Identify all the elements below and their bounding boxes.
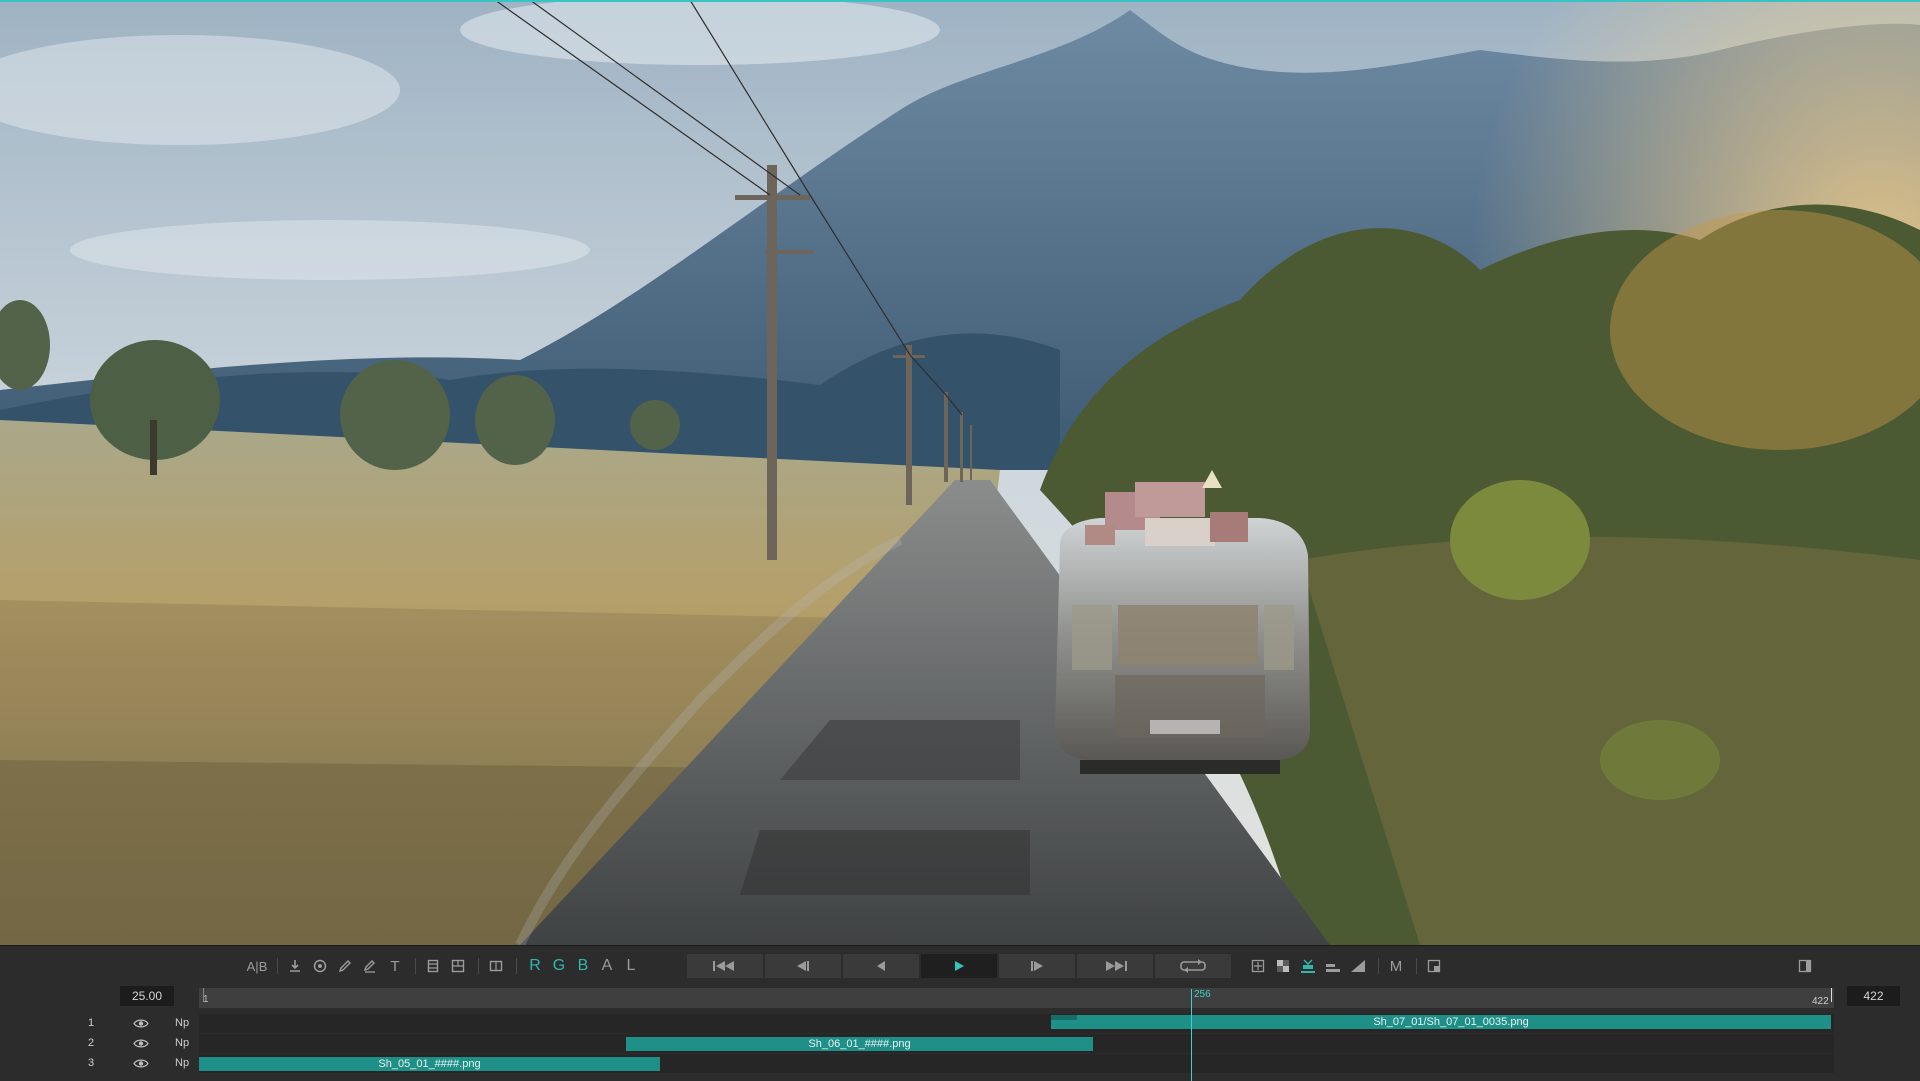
view-toolbar: M: [1247, 955, 1448, 977]
toolbar-divider: [277, 958, 278, 974]
go-to-end-icon: [1106, 961, 1127, 971]
play-reverse-button[interactable]: [843, 954, 919, 978]
stamp-button[interactable]: [309, 955, 331, 977]
window-icon: [1427, 959, 1441, 973]
layout-single-icon: [427, 959, 439, 973]
clip[interactable]: Sh_06_01_####.png: [626, 1037, 1093, 1051]
layers-icon: [1326, 964, 1340, 972]
clip[interactable]: Sh_05_01_####.png: [199, 1057, 660, 1071]
marker-button[interactable]: [359, 955, 381, 977]
track-lane[interactable]: Sh_07_01/Sh_07_01_0035.png: [199, 1014, 1834, 1033]
safe-area-icon: [1251, 959, 1265, 973]
clip-label: Sh_05_01_####.png: [378, 1058, 481, 1070]
track-index: 2: [88, 1037, 95, 1049]
timeline-icon: [1301, 959, 1315, 973]
play-button[interactable]: [921, 954, 997, 978]
channel-g-button[interactable]: G: [547, 955, 571, 977]
loop-button[interactable]: [1155, 954, 1231, 978]
ruler-end-tick: [1831, 988, 1832, 1002]
track-index: 1: [88, 1017, 95, 1029]
ruler-end-label: 422: [1812, 996, 1829, 1007]
toolbar-divider: [1378, 958, 1379, 974]
go-to-end-button[interactable]: [1077, 954, 1153, 978]
track-row: 2 Np Sh_06_01_####.png: [0, 1034, 1920, 1053]
marker-icon: [363, 960, 375, 973]
go-to-start-icon: [713, 961, 734, 971]
toolbar-divider: [1416, 958, 1417, 974]
step-back-icon: [797, 961, 809, 971]
sidebar-toggle-icon: [1798, 959, 1812, 973]
layers-button[interactable]: [1322, 955, 1344, 977]
eye-icon[interactable]: [133, 1018, 149, 1029]
sidebar-toolbar: [1794, 955, 1819, 977]
image-viewer[interactable]: [0, 0, 1920, 945]
clip-lead-in: [1051, 1015, 1077, 1020]
track-blend-mode[interactable]: Np: [175, 1057, 189, 1069]
track-row: 3 Np Sh_05_01_####.png: [0, 1054, 1920, 1073]
play-icon: [955, 961, 964, 971]
toolbar-divider: [516, 958, 517, 974]
text-tool-button[interactable]: T: [384, 955, 406, 977]
checkerboard-button[interactable]: [1272, 955, 1294, 977]
fps-field[interactable]: 25.00: [120, 986, 174, 1006]
ab-compare-icon: A|B: [246, 958, 268, 974]
import-icon: [290, 960, 300, 972]
ruler-start-label: 1: [203, 994, 209, 1005]
ab-compare-button[interactable]: A|B: [246, 955, 268, 977]
split-view-icon: [489, 960, 503, 972]
step-forward-icon: [1031, 961, 1043, 971]
channel-b-button[interactable]: B: [571, 955, 595, 977]
pencil-icon: [338, 960, 351, 973]
clip-label: Sh_06_01_####.png: [808, 1038, 911, 1050]
split-view-button[interactable]: [485, 955, 507, 977]
sidebar-toggle-button[interactable]: [1794, 955, 1816, 977]
stamp-icon: [313, 959, 327, 973]
layout-multi-icon: [451, 959, 465, 973]
track-row: 1 Np Sh_07_01/Sh_07_01_0035.png: [0, 1014, 1920, 1033]
layout-single-button[interactable]: [422, 955, 444, 977]
track-lane[interactable]: Sh_05_01_####.png: [199, 1054, 1834, 1073]
current-frame-label: 256: [1194, 989, 1211, 1000]
checkerboard-icon: [1277, 960, 1289, 972]
play-reverse-icon: [877, 961, 885, 971]
player-panel: A|B T R G B A L M 25.00 422 1 256 422 1 …: [0, 945, 1920, 1081]
eye-icon[interactable]: [133, 1038, 149, 1049]
end-frame-field[interactable]: 422: [1847, 986, 1900, 1006]
mode-label: M: [1389, 957, 1403, 975]
text-icon: T: [390, 957, 400, 975]
step-back-button[interactable]: [765, 954, 841, 978]
playhead[interactable]: [1191, 989, 1192, 1081]
track-blend-mode[interactable]: Np: [175, 1037, 189, 1049]
channel-a-button[interactable]: A: [595, 955, 619, 977]
timeline-button[interactable]: [1297, 955, 1319, 977]
annotation-toolbar: A|B T R G B A L: [246, 955, 643, 977]
channel-l-button[interactable]: L: [619, 955, 643, 977]
go-to-start-button[interactable]: [687, 954, 763, 978]
viewer-focus-line: [0, 0, 1920, 2]
layout-multi-button[interactable]: [447, 955, 469, 977]
clip-label: Sh_07_01/Sh_07_01_0035.png: [1373, 1016, 1529, 1028]
step-forward-button[interactable]: [999, 954, 1075, 978]
transport-controls: [687, 954, 1231, 978]
mode-button[interactable]: M: [1385, 955, 1407, 977]
toolbar-divider: [415, 958, 416, 974]
window-button[interactable]: [1423, 955, 1445, 977]
track-blend-mode[interactable]: Np: [175, 1017, 189, 1029]
gamma-ramp-button[interactable]: [1347, 955, 1369, 977]
viewer-image: [0, 0, 1920, 945]
timeline-ruler[interactable]: 1 256 422: [199, 988, 1834, 1008]
toolbar-divider: [478, 958, 479, 974]
safe-area-button[interactable]: [1247, 955, 1269, 977]
clip[interactable]: Sh_07_01/Sh_07_01_0035.png: [1051, 1015, 1831, 1029]
eye-icon[interactable]: [133, 1058, 149, 1069]
track-lane[interactable]: Sh_06_01_####.png: [199, 1034, 1834, 1053]
loop-icon: [1180, 959, 1206, 973]
gamma-ramp-icon: [1351, 960, 1365, 972]
track-index: 3: [88, 1057, 95, 1069]
import-button[interactable]: [284, 955, 306, 977]
pencil-button[interactable]: [334, 955, 356, 977]
channel-r-button[interactable]: R: [523, 955, 547, 977]
